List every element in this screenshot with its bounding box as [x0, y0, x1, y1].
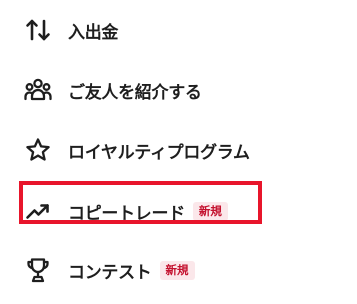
side-menu: 入出金 ご友人を紹介する ロイヤルティプログラム コピートレード 新規 コンテス…: [0, 0, 357, 304]
friends-group-icon: [24, 76, 52, 104]
star-icon: [24, 136, 52, 164]
menu-item-loyalty-program[interactable]: ロイヤルティプログラム: [24, 134, 250, 166]
menu-item-deposit-withdraw[interactable]: 入出金: [24, 14, 118, 46]
menu-item-refer-friends[interactable]: ご友人を紹介する: [24, 74, 202, 106]
deposit-withdraw-arrows-icon: [24, 16, 52, 44]
menu-item-label: コンテスト: [68, 262, 152, 283]
trophy-icon: [24, 256, 52, 284]
menu-item-label: ロイヤルティプログラム: [68, 142, 250, 163]
menu-item-label: 入出金: [68, 22, 119, 43]
menu-item-label: ご友人を紹介する: [68, 82, 202, 103]
new-badge: 新規: [159, 260, 195, 280]
highlight-box: [19, 181, 262, 224]
menu-item-contest[interactable]: コンテスト 新規: [24, 254, 195, 286]
